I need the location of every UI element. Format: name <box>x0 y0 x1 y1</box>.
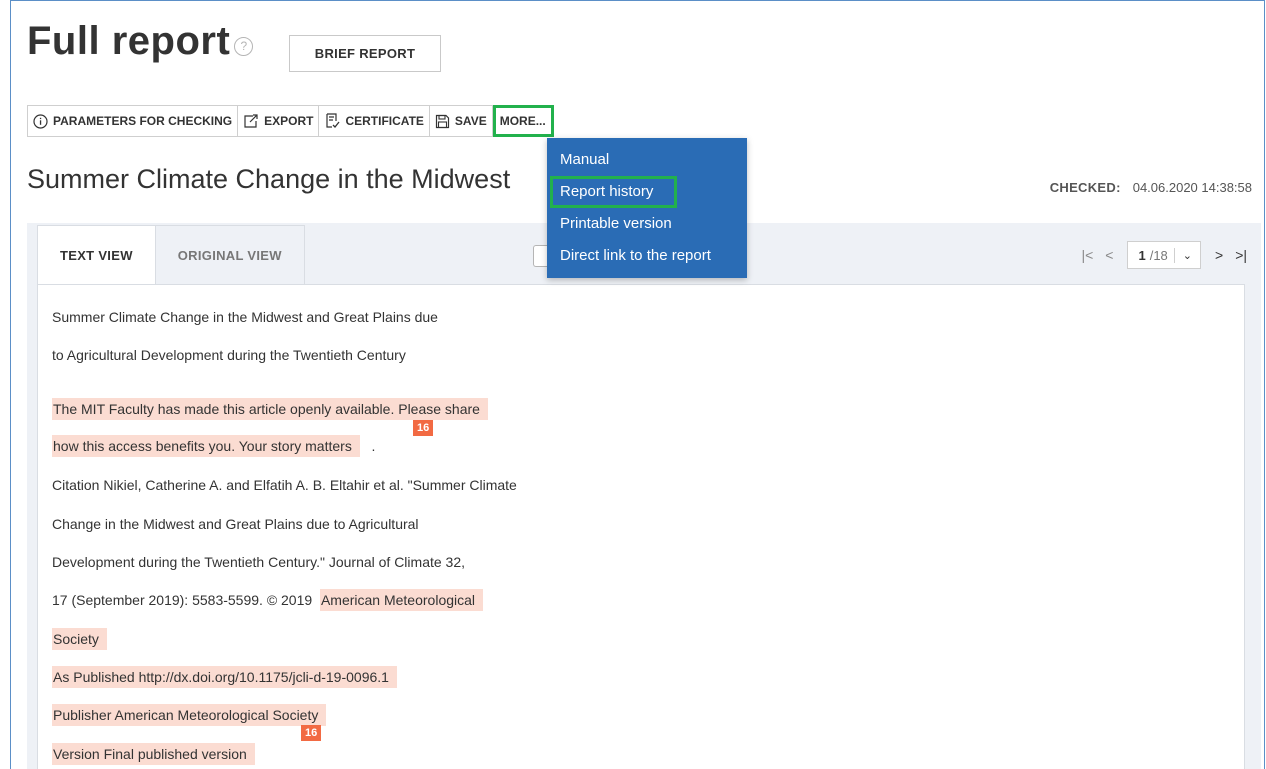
text-line-highlighted: The MIT Faculty has made this article op… <box>52 398 488 420</box>
chevron-down-icon: ⌄ <box>1182 249 1192 262</box>
text-line: to Agricultural Development during the T… <box>52 347 406 363</box>
more-button[interactable]: MORE... <box>492 105 554 137</box>
title-row: Full report ? <box>27 19 254 64</box>
text-line: 17 (September 2019): 5583-5599. © 2019 A… <box>52 589 484 611</box>
menu-item-report-history[interactable]: Report history <box>550 176 677 208</box>
info-icon <box>33 113 48 129</box>
text-line: Change in the Midwest and Great Plains d… <box>52 516 419 532</box>
text-line: Summer Climate Change in the Midwest and… <box>52 309 438 325</box>
menu-item-direct-link[interactable]: Direct link to the report <box>547 240 747 272</box>
pager: |< < 1 /18 ⌄ > >| <box>1075 241 1253 269</box>
match-source-badge[interactable]: 16 <box>301 725 322 741</box>
checked-date: 04.06.2020 14:38:58 <box>1132 180 1252 195</box>
save-button[interactable]: SAVE <box>429 105 493 137</box>
view-tabs: TEXT VIEW ORIGINAL VIEW <box>37 225 305 284</box>
match-source-badge[interactable]: 16 <box>413 420 434 436</box>
menu-item-printable-version[interactable]: Printable version <box>547 208 747 240</box>
text-line-highlighted: how this access benefits you. Your story… <box>52 435 375 457</box>
next-page-icon[interactable]: > <box>1215 247 1223 263</box>
export-icon <box>243 113 259 129</box>
help-icon[interactable]: ? <box>234 37 254 56</box>
page-select[interactable]: 1 /18 ⌄ <box>1127 241 1201 269</box>
certificate-label: CERTIFICATE <box>345 114 424 128</box>
text-line-highlighted: Society <box>52 628 107 650</box>
search-field[interactable] <box>533 245 548 267</box>
save-label: SAVE <box>454 114 487 128</box>
certificate-button[interactable]: CERTIFICATE <box>319 105 430 137</box>
brief-report-button[interactable]: BRIEF REPORT <box>289 35 441 72</box>
report-panel: TEXT VIEW ORIGINAL VIEW |< < 1 /18 ⌄ > >… <box>27 223 1261 769</box>
tab-original-view[interactable]: ORIGINAL VIEW <box>155 225 305 284</box>
certificate-icon <box>324 113 340 129</box>
text-line: Citation Nikiel, Catherine A. and Elfati… <box>52 477 517 493</box>
page-title: Full report <box>27 19 231 63</box>
parameters-label: PARAMETERS FOR CHECKING <box>53 114 233 128</box>
text-line-highlighted: As Published http://dx.doi.org/10.1175/j… <box>52 666 397 688</box>
checked-info: CHECKED: 04.06.2020 14:38:58 <box>1050 180 1252 195</box>
parameters-for-checking-button[interactable]: PARAMETERS FOR CHECKING <box>27 105 239 137</box>
report-toolbar: PARAMETERS FOR CHECKING EXPORT CERTIFICA… <box>27 105 554 137</box>
report-frame: Full report ? BRIEF REPORT PARAMETERS FO… <box>10 0 1265 769</box>
prev-page-icon[interactable]: < <box>1105 247 1113 263</box>
checked-label: CHECKED: <box>1049 180 1121 195</box>
export-button[interactable]: EXPORT <box>238 105 320 137</box>
text-line-highlighted: Version Final published version <box>52 743 255 765</box>
current-page: 1 <box>1138 247 1146 263</box>
tab-text-view[interactable]: TEXT VIEW <box>37 225 156 284</box>
first-page-icon[interactable]: |< <box>1081 247 1093 263</box>
save-icon <box>435 114 450 129</box>
total-pages: /18 <box>1150 247 1175 263</box>
export-label: EXPORT <box>264 114 314 128</box>
more-dropdown-menu: Manual Report history Printable version … <box>547 138 747 278</box>
report-text-content: Summer Climate Change in the Midwest and… <box>37 284 1245 769</box>
menu-item-manual[interactable]: Manual <box>547 144 747 176</box>
last-page-icon[interactable]: >| <box>1235 247 1247 263</box>
text-line-highlighted: Publisher American Meteorological Societ… <box>52 704 327 726</box>
document-title: Summer Climate Change in the Midwest <box>27 164 511 194</box>
text-line: Development during the Twentieth Century… <box>52 554 466 570</box>
